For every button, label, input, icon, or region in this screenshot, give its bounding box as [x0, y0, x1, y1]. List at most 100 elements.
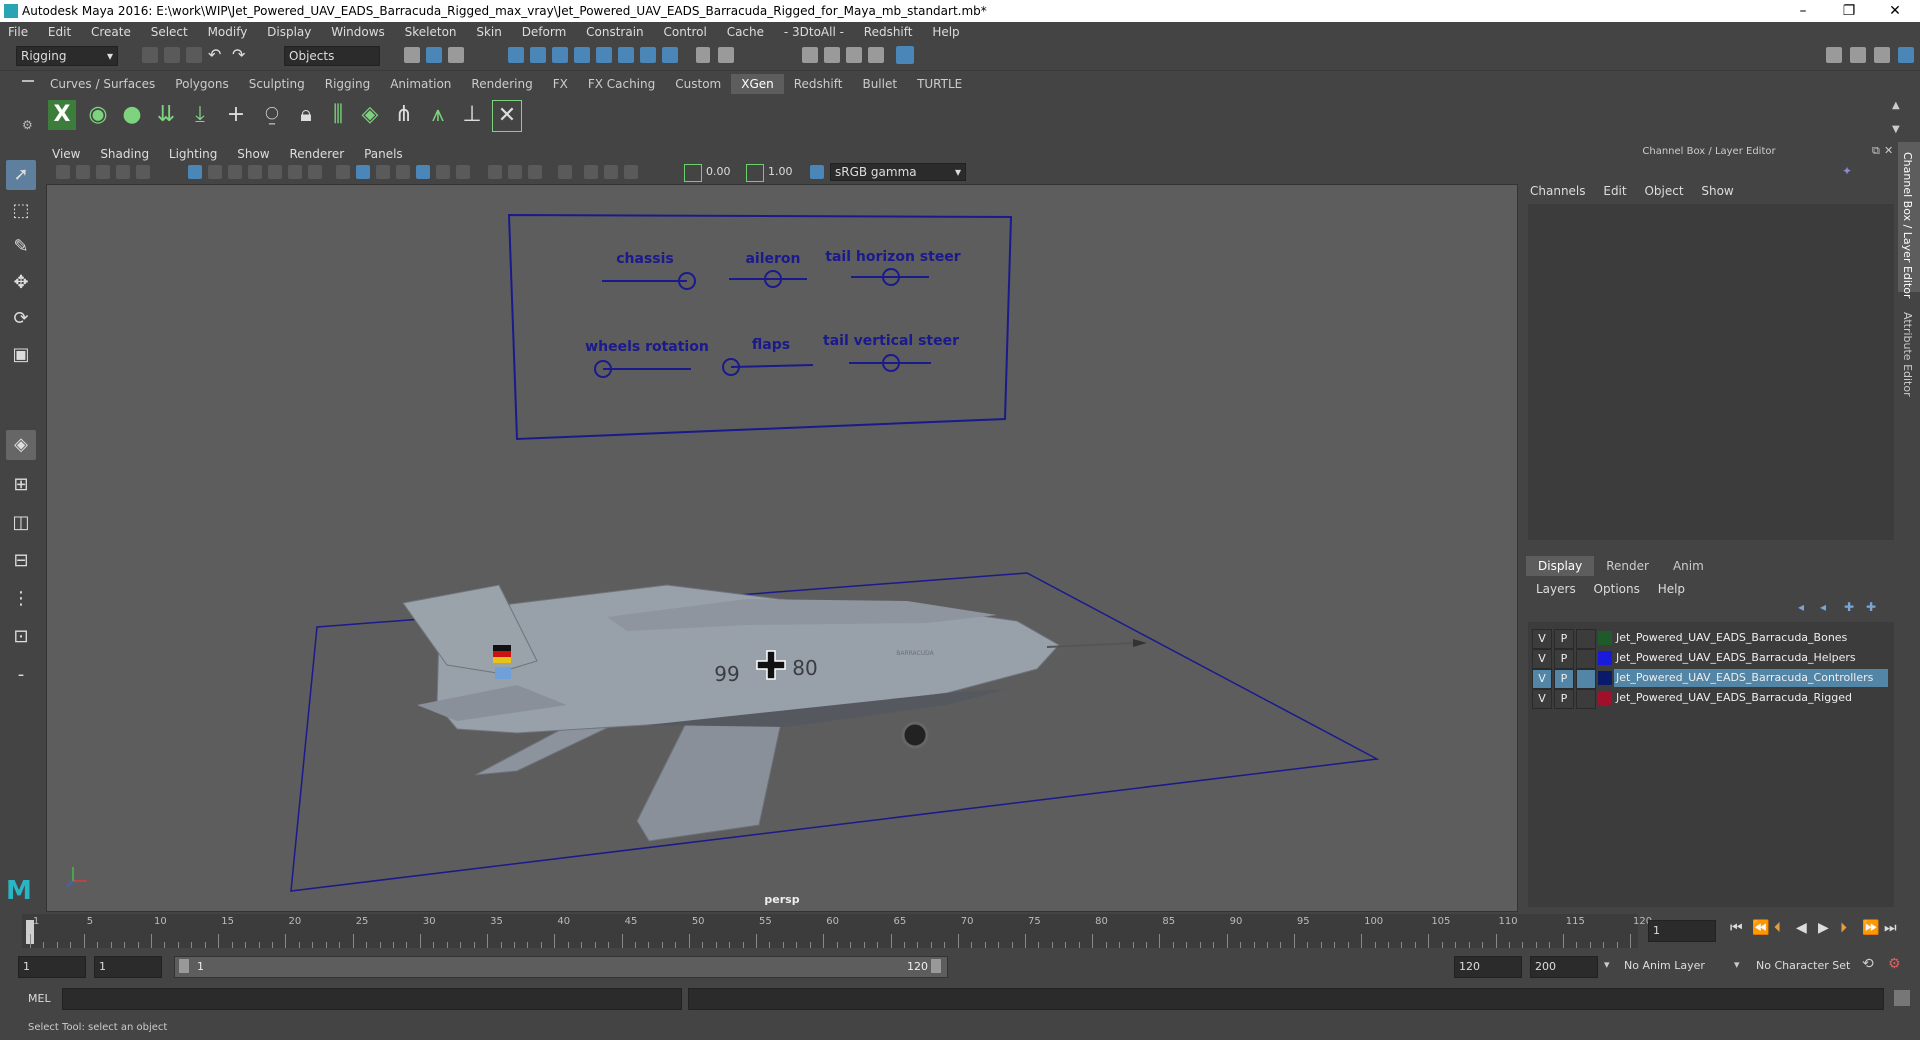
step-back-key-icon[interactable]: ⏪ [1752, 920, 1769, 936]
menu-windows[interactable]: Windows [323, 22, 393, 39]
color-space-dropdown[interactable]: sRGB gamma ▾ [830, 163, 966, 181]
layer-playback-toggle[interactable]: P [1554, 669, 1574, 689]
image-plane-icon[interactable] [116, 165, 130, 179]
viewport-menu-shading[interactable]: Shading [94, 146, 159, 161]
tab-bullet[interactable]: Bullet [852, 74, 907, 94]
snap-point-icon[interactable] [552, 47, 568, 63]
layer-visibility-toggle[interactable]: V [1532, 649, 1552, 669]
step-back-frame-icon[interactable]: ⏴ [1774, 920, 1781, 936]
move-layer-up-icon[interactable]: ◂ [1798, 600, 1804, 614]
textured-icon[interactable] [416, 165, 430, 179]
wireframe-icon[interactable] [336, 165, 350, 179]
animation-preferences-icon[interactable]: ⚙ [1888, 956, 1901, 972]
anti-aliasing-icon[interactable] [528, 165, 542, 179]
menu-control[interactable]: Control [655, 22, 714, 39]
close-button[interactable]: ✕ [1872, 0, 1918, 22]
make-live-icon[interactable] [640, 47, 656, 63]
exposure-icon[interactable] [684, 164, 702, 182]
current-frame-field[interactable]: 1 [1648, 920, 1716, 942]
exposure-value[interactable]: 0.00 [706, 165, 731, 178]
tab-fx[interactable]: FX [543, 74, 578, 94]
play-backwards-icon[interactable]: ◀ [1796, 920, 1807, 936]
xgen-window-icon[interactable]: X [48, 100, 76, 130]
shelf-menu-icon[interactable] [22, 80, 34, 82]
modeling-toolkit-icon[interactable] [1826, 47, 1842, 63]
minimize-button[interactable]: – [1780, 0, 1826, 22]
motion-blur-icon[interactable] [508, 165, 522, 179]
gamma-icon[interactable] [746, 164, 764, 182]
tab-rigging[interactable]: Rigging [315, 74, 380, 94]
layer-row-helpers[interactable]: V P Jet_Powered_UAV_EADS_Barracuda_Helpe… [1528, 648, 1894, 669]
snap-surface-icon[interactable] [596, 47, 612, 63]
tab-sculpting[interactable]: Sculpting [239, 74, 315, 94]
snap-view-icon[interactable] [574, 47, 590, 63]
hypershade-icon[interactable] [896, 46, 914, 64]
tab-display[interactable]: Display [1526, 556, 1595, 576]
anim-layer-dropdown[interactable]: No Anim Layer [1620, 956, 1742, 976]
xgen-comb-icon[interactable]: ⫼ [324, 100, 352, 130]
restore-button[interactable]: ❐ [1826, 0, 1872, 22]
resolution-gate-icon[interactable] [228, 165, 242, 179]
side-tab-attribute-editor[interactable]: Attribute Editor [1901, 312, 1914, 397]
playback-start-field[interactable]: 1 [94, 956, 162, 978]
menu-select[interactable]: Select [143, 22, 196, 39]
menu-skin[interactable]: Skin [468, 22, 510, 39]
tab-render[interactable]: Render [1594, 556, 1661, 576]
channel-box-menu-show[interactable]: Show [1701, 184, 1747, 198]
camera-select-icon[interactable] [56, 165, 70, 179]
layer-row-bones[interactable]: V P Jet_Powered_UAV_EADS_Barracuda_Bones [1528, 628, 1894, 649]
xgen-add-guide-icon[interactable]: + [222, 100, 250, 130]
open-scene-icon[interactable] [164, 47, 180, 63]
shelf-settings-icon[interactable]: ⚙ [22, 118, 33, 132]
screen-space-ao-icon[interactable] [488, 165, 502, 179]
layer-color-swatch[interactable] [1598, 651, 1612, 665]
menuset-dropdown[interactable]: Rigging ▾ [16, 46, 118, 66]
layer-display-type-toggle[interactable] [1576, 629, 1596, 649]
go-to-end-icon[interactable]: ⏭ [1884, 920, 1897, 936]
two-d-pan-zoom-icon[interactable] [136, 165, 150, 179]
tab-custom[interactable]: Custom [665, 74, 731, 94]
use-all-lights-icon[interactable] [436, 165, 450, 179]
attribute-editor-icon[interactable] [1850, 47, 1866, 63]
input-output-icon[interactable] [718, 47, 734, 63]
paint-select-tool-icon[interactable]: ✎ [6, 232, 36, 262]
viewport-menu-renderer[interactable]: Renderer [283, 146, 354, 161]
persp-graph-layout-icon[interactable]: ⊟ [6, 546, 36, 576]
default-material-icon[interactable] [376, 165, 390, 179]
layer-name[interactable]: Jet_Powered_UAV_EADS_Barracuda_Rigged [1614, 689, 1888, 707]
tab-turtle[interactable]: TURTLE [907, 74, 972, 94]
menu-display[interactable]: Display [259, 22, 319, 39]
layer-color-swatch[interactable] [1598, 691, 1612, 705]
select-hierarchy-icon[interactable] [404, 47, 420, 63]
channel-box-options-icon[interactable]: ✦ [1842, 164, 1852, 178]
perspective-viewport[interactable]: chassis aileron tail horizon steer wheel… [46, 184, 1518, 912]
move-tool-icon[interactable]: ✥ [6, 268, 36, 298]
xgen-lock-icon[interactable]: 🔒︎ [292, 100, 320, 130]
channel-box-menu-edit[interactable]: Edit [1603, 184, 1640, 198]
layer-visibility-toggle[interactable]: V [1532, 629, 1552, 649]
channel-box-menu-channels[interactable]: Channels [1530, 184, 1600, 198]
tab-animation[interactable]: Animation [380, 74, 461, 94]
tab-xgen[interactable]: XGen [731, 74, 784, 94]
persp-outliner-layout-icon[interactable]: ◫ [6, 508, 36, 538]
side-tab-channel-box[interactable]: Channel Box / Layer Editor [1901, 152, 1914, 299]
layer-menu-help[interactable]: Help [1658, 582, 1699, 596]
shelf-scroll-up-icon[interactable]: ▲ [1892, 100, 1900, 111]
layer-visibility-toggle[interactable]: V [1532, 669, 1552, 689]
tab-fx-caching[interactable]: FX Caching [578, 74, 665, 94]
xray-joints-icon[interactable] [604, 165, 618, 179]
grid-toggle-icon[interactable] [188, 165, 202, 179]
xgen-guide-display-icon[interactable]: ✕ [492, 100, 522, 132]
render-settings-icon[interactable] [868, 47, 884, 63]
custom-layout-icon[interactable]: ⊡ [6, 622, 36, 652]
tab-rendering[interactable]: Rendering [461, 74, 542, 94]
selection-mode-dropdown[interactable]: Objects [284, 46, 380, 66]
menu-deform[interactable]: Deform [514, 22, 575, 39]
tab-anim[interactable]: Anim [1661, 556, 1716, 576]
range-slider[interactable]: 1 120 [174, 956, 948, 978]
layer-display-type-toggle[interactable] [1576, 689, 1596, 709]
channel-box-area[interactable] [1528, 204, 1894, 540]
ipr-render-icon[interactable] [846, 47, 862, 63]
layer-playback-toggle[interactable]: P [1554, 649, 1574, 669]
menu-3dtoall[interactable]: - 3DtoAll - [776, 22, 852, 39]
